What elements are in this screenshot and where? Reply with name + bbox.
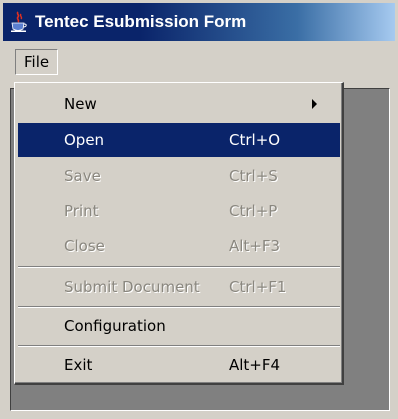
menu-item-shortcut: Alt+F3 <box>229 237 281 255</box>
menu-item-shortcut: Ctrl+F1 <box>229 278 287 296</box>
menu-item-label: New <box>64 95 97 113</box>
menu-item-shortcut: Ctrl+S <box>229 167 278 185</box>
menu-item-shortcut: Ctrl+P <box>229 202 278 220</box>
file-menu-dropdown: New Open Ctrl+O Save Ctrl+S Print Ctrl+P… <box>14 82 344 385</box>
menu-item-label: Submit Document <box>64 278 200 296</box>
menu-item-label: Open <box>64 131 105 149</box>
menu-file[interactable]: File <box>15 49 59 75</box>
menu-item-print: Print Ctrl+P <box>18 194 340 228</box>
menu-item-exit[interactable]: Exit Alt+F4 <box>18 348 340 382</box>
menu-item-label: Close <box>64 237 105 255</box>
menu-item-open[interactable]: Open Ctrl+O <box>18 123 340 157</box>
menu-item-label: Exit <box>64 356 93 374</box>
menu-item-close: Close Alt+F3 <box>18 229 340 263</box>
menu-item-shortcut: Ctrl+O <box>229 131 281 149</box>
java-cup-icon <box>9 11 29 33</box>
menu-bar: File <box>3 41 395 83</box>
menu-separator <box>18 306 340 308</box>
submenu-arrow-icon <box>312 99 317 109</box>
menu-item-new[interactable]: New <box>18 87 340 121</box>
menu-item-label: Configuration <box>64 317 166 335</box>
menu-item-label: Save <box>64 167 101 185</box>
menu-separator <box>18 266 340 268</box>
menu-item-shortcut: Alt+F4 <box>229 356 281 374</box>
window-title: Tentec Esubmission Form <box>35 12 247 31</box>
menu-item-configuration[interactable]: Configuration <box>18 309 340 343</box>
app-window: Tentec Esubmission Form File New Open Ct… <box>0 0 398 419</box>
menu-item-label: Print <box>64 202 99 220</box>
title-bar[interactable]: Tentec Esubmission Form <box>3 3 395 41</box>
menu-separator <box>18 345 340 347</box>
menu-item-submit-document: Submit Document Ctrl+F1 <box>18 270 340 304</box>
menu-item-save: Save Ctrl+S <box>18 159 340 193</box>
